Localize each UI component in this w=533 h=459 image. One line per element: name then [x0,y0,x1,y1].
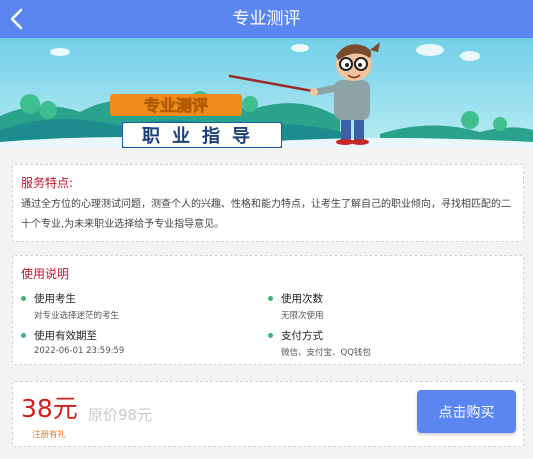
buy-button[interactable]: 点击购买 [417,390,516,433]
usage-item-label: 支付方式 [281,330,323,342]
features-title: 服务特点: [21,176,74,190]
banner-title-2: 职业指导 [122,122,282,148]
purchase-card: 38元 原价98元 注册有礼 点击购买 [12,381,524,447]
svg-text:职业指导: 职业指导 [142,125,262,147]
page-title: 专业测评 [232,9,301,29]
usage-item-label: 使用考生 [34,293,76,305]
original-price: 原价98元 [88,406,153,424]
usage-card: 使用说明 使用考生 对专业选择迷茫的考生 使用次数 无限次使用 使用有效期至 2… [12,255,524,365]
register-gift-note: 注册有礼 [32,430,67,440]
usage-item-label: 使用有效期至 [34,330,97,342]
bullet-dot-icon [21,296,26,301]
usage-item-value: 微信、支付宝、QQ钱包 [281,348,371,358]
usage-item-label: 使用次数 [281,293,323,305]
bullet-dot-icon [268,296,273,301]
features-description: 通过全方位的心理测试问题，测查个人的兴趣、性格和能力特点，让考生了解自己的职业倾… [21,199,511,230]
bullet-dot-icon [21,333,26,338]
svg-text:专业测评: 专业测评 [144,96,208,115]
top-bar: 专业测评 [0,0,533,38]
usage-item-value: 对专业选择迷茫的考生 [34,311,120,321]
price: 38元 [21,394,78,423]
banner-title-1: 专业测评 [110,94,242,116]
usage-item-value: 2022-06-01 23:59:59 [34,346,125,356]
features-card: 服务特点: 通过全方位的心理测试问题，测查个人的兴趣、性格和能力特点，让考生了解… [12,164,524,242]
usage-title: 使用说明 [21,267,70,281]
usage-item-value: 无限次使用 [281,311,324,321]
banner: 专业测评 职业指导 [0,38,533,148]
bullet-dot-icon [268,333,273,338]
